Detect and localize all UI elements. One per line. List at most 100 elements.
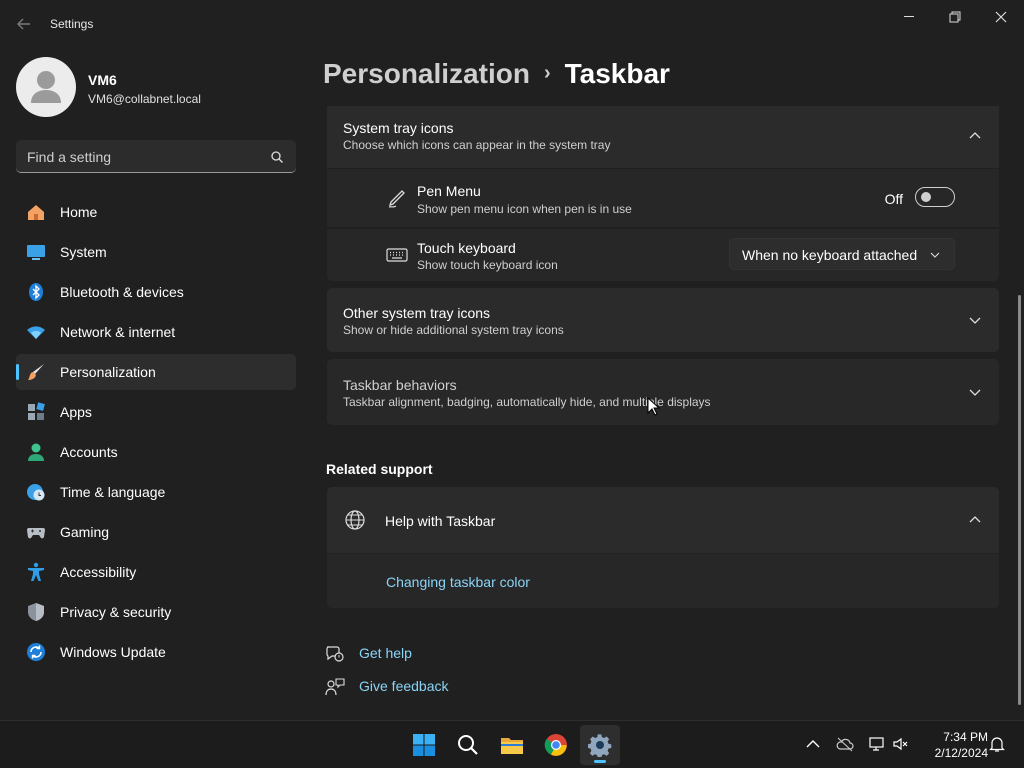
search-placeholder: Find a setting: [27, 149, 112, 165]
sidebar-item-network[interactable]: Network & internet: [16, 314, 296, 350]
toggle-knob: [921, 192, 931, 202]
restore-icon[interactable]: [946, 8, 964, 26]
help-title: Help with Taskbar: [385, 513, 496, 529]
volume-muted-icon[interactable]: [892, 735, 910, 753]
taskbar: 7:34 PM 2/12/2024: [0, 720, 1024, 768]
file-explorer-button[interactable]: [492, 725, 532, 765]
taskbar-search-button[interactable]: [448, 725, 488, 765]
sidebar-item-label: Home: [60, 204, 98, 220]
changing-taskbar-color-link[interactable]: Changing taskbar color: [386, 574, 530, 590]
wifi-icon: [27, 326, 45, 339]
sidebar-item-label: System: [60, 244, 107, 260]
bluetooth-icon: [29, 283, 43, 301]
help-links-panel: Changing taskbar color: [327, 554, 999, 608]
sidebar-item-windows-update[interactable]: Windows Update: [16, 634, 296, 670]
mouse-cursor-icon: [647, 397, 661, 416]
sidebar-item-accounts[interactable]: Accounts: [16, 434, 296, 470]
gamepad-icon: [27, 528, 45, 539]
touch-keyboard-title: Touch keyboard: [417, 240, 516, 256]
chevron-down-icon[interactable]: [969, 314, 981, 326]
pen-icon: [388, 190, 405, 208]
chrome-icon: [544, 734, 567, 756]
breadcrumb-parent[interactable]: Personalization: [323, 58, 530, 89]
sidebar-item-label: Accessibility: [60, 564, 137, 580]
notification-bell-icon[interactable]: [988, 735, 1006, 753]
sidebar-item-bluetooth[interactable]: Bluetooth & devices: [16, 274, 296, 310]
sidebar-item-label: Accounts: [60, 444, 118, 460]
card-title: Other system tray icons: [343, 305, 491, 321]
chevron-down-icon[interactable]: [969, 386, 981, 398]
sidebar-item-system[interactable]: System: [16, 234, 296, 270]
breadcrumb: Personalization › Taskbar: [323, 58, 670, 90]
sidebar-item-gaming[interactable]: Gaming: [16, 514, 296, 550]
sidebar-item-label: Time & language: [60, 484, 166, 500]
settings-button[interactable]: [580, 725, 620, 765]
touch-keyboard-row: Touch keyboard Show touch keyboard icon …: [327, 229, 999, 281]
accounts-icon: [28, 443, 44, 461]
get-help-link[interactable]: Get help: [359, 645, 412, 661]
system-icon: [27, 245, 45, 260]
other-system-tray-icons[interactable]: Other system tray icons Show or hide add…: [327, 288, 999, 352]
minimize-icon[interactable]: [900, 8, 918, 26]
sidebar-item-apps[interactable]: Apps: [16, 394, 296, 430]
help-with-taskbar-header[interactable]: Help with Taskbar: [327, 487, 999, 553]
dropdown-value: When no keyboard attached: [742, 247, 918, 263]
onedrive-icon[interactable]: [836, 735, 854, 753]
gear-icon: [588, 734, 612, 757]
sidebar-item-label: Personalization: [60, 364, 156, 380]
chrome-button[interactable]: [536, 725, 576, 765]
touch-keyboard-dropdown[interactable]: When no keyboard attached: [729, 238, 955, 270]
search-input[interactable]: Find a setting: [16, 140, 296, 173]
windows-logo-icon: [413, 734, 435, 756]
active-indicator: [16, 364, 19, 380]
chevron-up-icon[interactable]: [804, 735, 822, 753]
system-tray-icons-header[interactable]: System tray icons Choose which icons can…: [327, 106, 999, 168]
card-subtitle: Choose which icons can appear in the sys…: [343, 138, 611, 152]
sidebar-item-accessibility[interactable]: Accessibility: [16, 554, 296, 590]
sidebar-item-label: Gaming: [60, 524, 110, 540]
card-title: System tray icons: [343, 120, 454, 136]
close-icon[interactable]: [992, 8, 1010, 26]
give-feedback-link[interactable]: Give feedback: [359, 678, 449, 694]
pen-menu-title: Pen Menu: [417, 183, 481, 199]
scrollbar[interactable]: [1018, 295, 1021, 705]
back-arrow-icon[interactable]: [14, 14, 34, 34]
home-icon: [28, 205, 44, 220]
card-title: Taskbar behaviors: [343, 377, 457, 393]
sidebar-item-label: Privacy & security: [60, 604, 172, 620]
card-subtitle: Show or hide additional system tray icon…: [343, 323, 564, 337]
clock-time: 7:34 PM: [943, 730, 988, 744]
network-icon[interactable]: [868, 735, 886, 753]
taskbar-behaviors[interactable]: Taskbar behaviors Taskbar alignment, bad…: [327, 359, 999, 425]
avatar: [16, 57, 76, 117]
title-bar: Settings: [0, 0, 1024, 48]
sidebar-item-home[interactable]: Home: [16, 194, 296, 230]
sidebar-nav: Home System Bluetooth & devices Network …: [16, 194, 296, 674]
start-button[interactable]: [404, 725, 444, 765]
search-icon: [271, 151, 283, 163]
globe-icon: [345, 510, 365, 530]
sidebar-item-label: Windows Update: [60, 644, 166, 660]
sidebar-item-personalization[interactable]: Personalization: [16, 354, 296, 390]
chevron-up-icon[interactable]: [969, 514, 981, 526]
accessibility-icon: [28, 562, 44, 581]
pen-menu-row: Pen Menu Show pen menu icon when pen is …: [327, 169, 999, 227]
chevron-up-icon[interactable]: [969, 130, 981, 142]
sidebar-item-time-language[interactable]: Time & language: [16, 474, 296, 510]
system-clock[interactable]: 7:34 PM 2/12/2024: [914, 729, 988, 761]
related-support-heading: Related support: [326, 461, 433, 477]
sidebar-item-privacy[interactable]: Privacy & security: [16, 594, 296, 630]
update-icon: [27, 643, 45, 661]
sidebar-item-label: Apps: [60, 404, 92, 420]
clock-globe-icon: [27, 484, 45, 501]
clock-date: 2/12/2024: [934, 746, 988, 760]
folder-icon: [501, 738, 523, 754]
touch-keyboard-subtitle: Show touch keyboard icon: [417, 258, 558, 272]
breadcrumb-separator: ›: [543, 62, 551, 84]
window-title: Settings: [50, 17, 94, 31]
sidebar-item-label: Bluetooth & devices: [60, 284, 184, 300]
pen-menu-toggle[interactable]: [915, 187, 955, 207]
user-email: VM6@collabnet.local: [88, 92, 201, 106]
active-app-indicator: [594, 760, 606, 763]
search-icon: [458, 735, 478, 755]
